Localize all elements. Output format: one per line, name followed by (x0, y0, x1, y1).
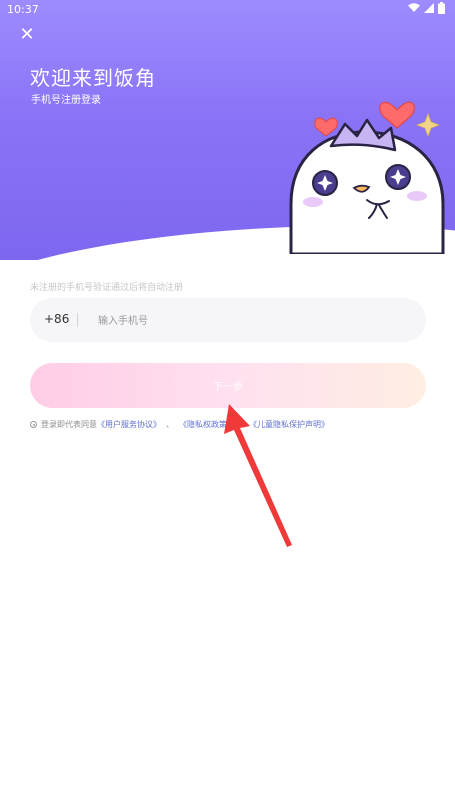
agreement-sep2: 和 (238, 420, 246, 429)
agreement-sep1: 、 (166, 420, 174, 429)
page-subtitle: 手机号注册登录 (31, 95, 101, 106)
status-bar: 10:37 (0, 0, 455, 18)
signal-icon (424, 3, 434, 13)
close-button[interactable]: ✕ (17, 25, 37, 45)
phone-input[interactable] (96, 310, 400, 332)
small-heart-icon (314, 117, 338, 137)
sparkle-icon (415, 112, 441, 138)
battery-icon (438, 2, 445, 14)
country-code[interactable]: +86 (44, 312, 69, 326)
phone-field-container[interactable]: +86 (30, 298, 426, 342)
user-agreement-link[interactable]: 《用户服务协议》 (97, 419, 161, 430)
page-title: 欢迎来到饭角 (30, 66, 156, 90)
field-divider (77, 313, 78, 327)
mascot-illustration (289, 101, 445, 254)
child-privacy-link[interactable]: 《儿童隐私保护声明》 (249, 419, 329, 430)
agreement-line: 登录即代表同意 《用户服务协议》 、 《隐私权政策》 和 《儿童隐私保护声明》 (30, 419, 329, 430)
status-time: 10:37 (7, 3, 39, 16)
auto-register-hint: 未注册的手机号验证通过后将自动注册 (30, 283, 184, 293)
heart-icon (379, 101, 415, 129)
wifi-icon (408, 3, 420, 12)
privacy-policy-link[interactable]: 《隐私权政策》 (179, 419, 235, 430)
agreement-checkbox[interactable] (30, 421, 37, 428)
close-icon: ✕ (19, 24, 35, 45)
next-step-button[interactable]: 下一步 (30, 363, 426, 408)
agreement-prefix: 登录即代表同意 (41, 420, 97, 429)
status-icons (408, 2, 445, 14)
